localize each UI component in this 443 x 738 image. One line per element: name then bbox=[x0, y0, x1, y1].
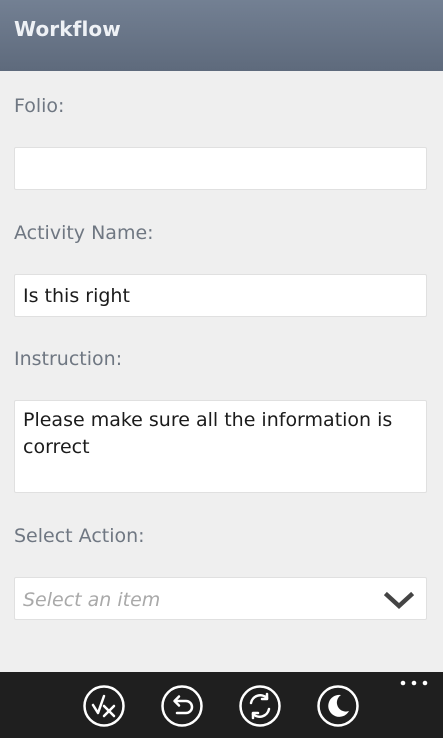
more-icon[interactable] bbox=[399, 678, 429, 688]
page-title: Workflow bbox=[14, 17, 121, 41]
select-action-label: Select Action: bbox=[14, 525, 145, 547]
instruction-value: Please make sure all the information is … bbox=[23, 409, 393, 458]
app-bar bbox=[0, 672, 443, 738]
chevron-down-icon[interactable] bbox=[384, 590, 414, 610]
app-header: Workflow bbox=[0, 0, 443, 71]
folio-label: Folio: bbox=[14, 95, 65, 117]
form-content: Folio: Activity Name: Is this right Inst… bbox=[0, 71, 443, 672]
folio-field[interactable] bbox=[14, 147, 427, 190]
refresh-icon[interactable] bbox=[238, 684, 282, 728]
sleep-icon[interactable] bbox=[316, 684, 360, 728]
instruction-field[interactable]: Please make sure all the information is … bbox=[14, 400, 427, 493]
select-action-placeholder: Select an item bbox=[23, 589, 161, 611]
instruction-label: Instruction: bbox=[14, 348, 123, 370]
activity-name-label: Activity Name: bbox=[14, 222, 154, 244]
activity-name-field[interactable]: Is this right bbox=[14, 274, 427, 317]
approve-reject-icon[interactable] bbox=[82, 684, 126, 728]
undo-icon[interactable] bbox=[160, 684, 204, 728]
activity-name-value: Is this right bbox=[23, 285, 130, 307]
select-action-dropdown[interactable]: Select an item bbox=[14, 577, 427, 620]
